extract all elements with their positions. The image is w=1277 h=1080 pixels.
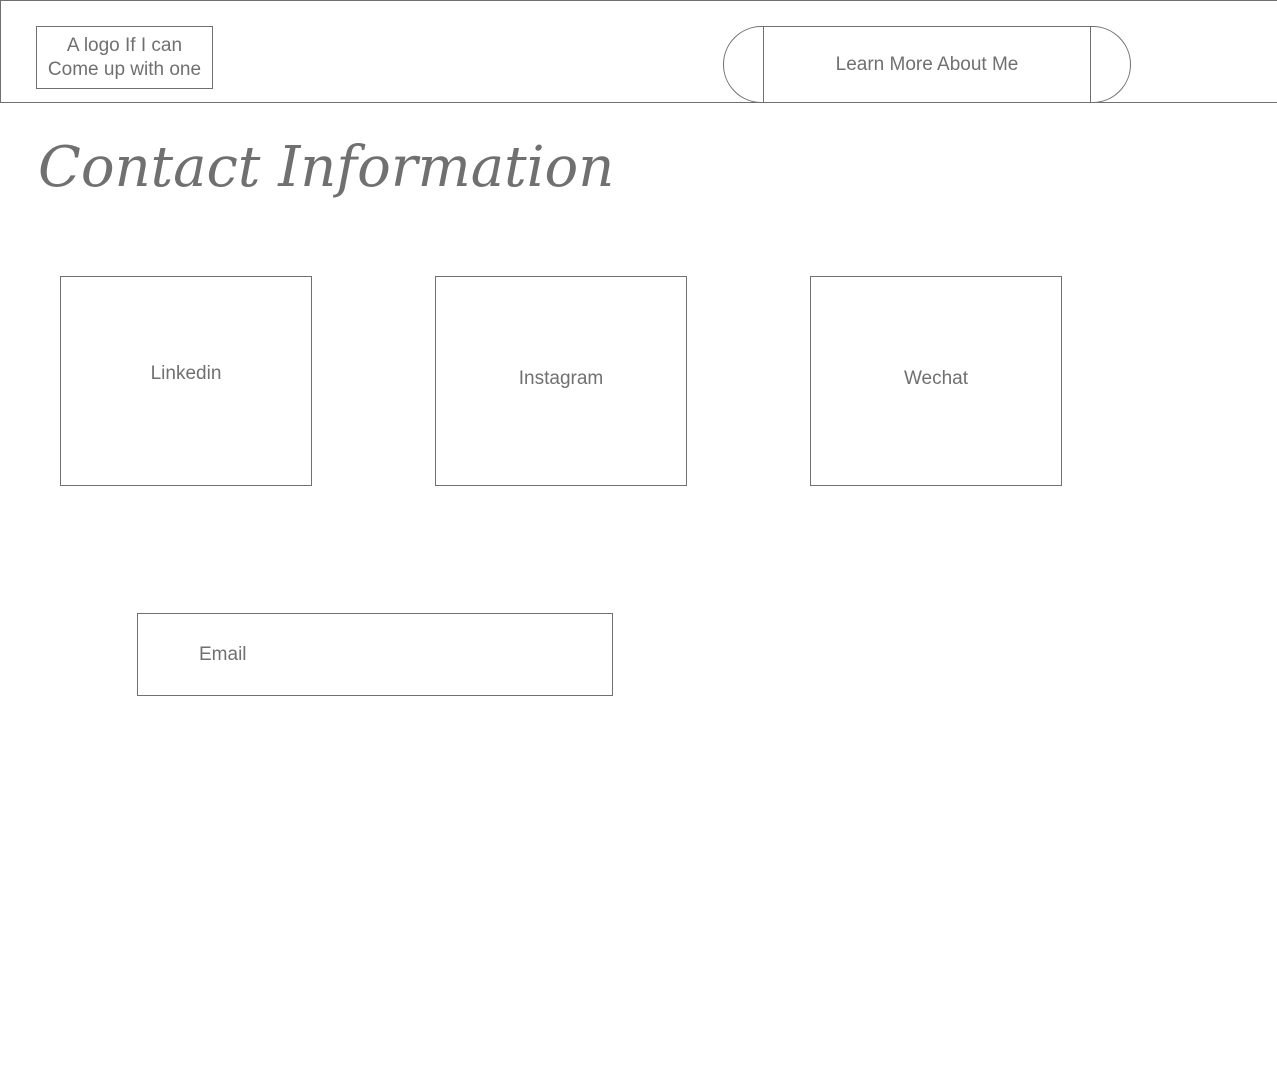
logo-text-line-1: A logo If I can [66, 34, 183, 56]
logo-text-line-2: Come up with one [47, 58, 202, 80]
learn-more-button[interactable] [723, 26, 1131, 103]
email-box[interactable]: Email [137, 613, 613, 696]
instagram-card-label: Instagram [518, 368, 604, 389]
linkedin-card-label: Linkedin [150, 363, 222, 384]
page-title: Contact Information [38, 135, 615, 200]
email-label: Email [199, 644, 247, 665]
linkedin-card[interactable]: Linkedin [60, 276, 312, 486]
wechat-card-label: Wechat [903, 368, 969, 389]
logo-placeholder[interactable]: A logo If I can Come up with one [36, 26, 213, 89]
instagram-card[interactable]: Instagram [435, 276, 687, 486]
logo-text: A logo If I can Come up with one [48, 34, 201, 82]
wechat-card[interactable]: Wechat [810, 276, 1062, 486]
